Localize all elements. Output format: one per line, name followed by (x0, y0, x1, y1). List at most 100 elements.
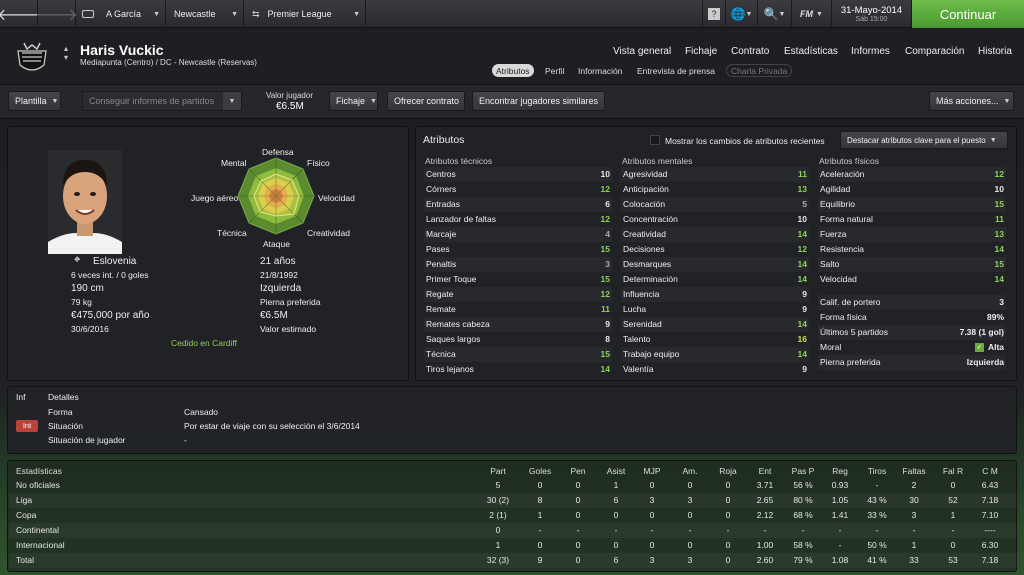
technical-attribute-row[interactable]: Remate 11 (424, 302, 612, 317)
date-button[interactable]: 31-Mayo-2014 Sáb 15:00 (832, 0, 912, 28)
technical-attribute-row[interactable]: Entradas 6 (424, 197, 612, 212)
mental-attribute-row[interactable]: Talento 16 (621, 332, 809, 347)
mental-attribute-row[interactable]: Anticipación 13 (621, 182, 809, 197)
tab-private-chat[interactable]: Charla Privada (726, 64, 793, 77)
breadcrumb-competition[interactable]: ⇆ Premier League ▼ (244, 0, 366, 28)
breadcrumb-club[interactable]: Newcastle ▼ (166, 0, 244, 28)
mental-attribute-row[interactable]: Influencia 9 (621, 287, 809, 302)
match-reports-dropdown[interactable]: Conseguir informes de partidos ▼ (82, 91, 242, 111)
search-button[interactable]: 🔍 ▼ (758, 0, 792, 28)
technical-attribute-value: 11 (601, 304, 610, 314)
physical-attribute-row[interactable]: Forma natural 11 (818, 212, 1006, 227)
technical-attribute-row[interactable]: Remates cabeza 9 (424, 317, 612, 332)
mental-attribute-row[interactable]: Serenidad 14 (621, 317, 809, 332)
tab-profile[interactable]: Perfil (541, 64, 568, 77)
physical-attribute-row[interactable]: Aceleración 12 (818, 167, 1006, 182)
back-button[interactable]: 🡐 (0, 0, 40, 28)
tab-attributes[interactable]: Atributos (492, 64, 534, 77)
current-time: Sáb 15:00 (855, 16, 888, 23)
extra-attribute-row[interactable]: Forma física 89% (818, 310, 1006, 325)
physical-attribute-row[interactable]: Salto 15 (818, 257, 1006, 272)
extra-attribute-name: Calif. de portero (820, 297, 881, 307)
technical-attribute-name: Pases (426, 244, 450, 254)
physical-attribute-value: 12 (994, 169, 1004, 179)
details-panel (7, 386, 1017, 454)
physical-attribute-name: Aceleración (820, 169, 865, 179)
forward-button[interactable]: 🡒 (35, 0, 78, 28)
age: 21 años (260, 256, 296, 267)
help-button[interactable]: ? (702, 0, 726, 28)
loan-status[interactable]: Cedido en Cardiff (171, 338, 237, 348)
technical-attribute-row[interactable]: Técnica 15 (424, 347, 612, 362)
mental-attribute-row[interactable]: Agresividad 11 (621, 167, 809, 182)
details-tab-inf[interactable]: Inf (16, 392, 25, 402)
fm-menu-button[interactable]: FM ▼ (792, 0, 832, 28)
nav-contract[interactable]: Contrato (731, 46, 769, 57)
extra-attribute-row[interactable]: Calif. de portero 3 (818, 295, 1006, 310)
technical-attribute-row[interactable]: Centros 10 (424, 167, 612, 182)
nav-history[interactable]: Historia (978, 46, 1012, 57)
mental-attribute-row[interactable]: Lucha 9 (621, 302, 809, 317)
technical-attribute-row[interactable]: Primer Toque 15 (424, 272, 612, 287)
breadcrumb-manager[interactable]: A García ▼ (76, 0, 166, 28)
technical-attribute-row[interactable]: Pases 15 (424, 242, 612, 257)
mental-attribute-row[interactable]: Valentía 9 (621, 362, 809, 377)
mental-attribute-row[interactable]: Desmarques 14 (621, 257, 809, 272)
technical-attribute-row[interactable]: Lanzador de faltas 12 (424, 212, 612, 227)
physical-attribute-row[interactable]: Velocidad 14 (818, 272, 1006, 287)
preferred-foot: Izquierda (260, 283, 302, 294)
offer-contract-button[interactable]: Ofrecer contrato (387, 91, 465, 111)
continue-button[interactable]: Continuar (912, 0, 1024, 28)
extra-attribute-row[interactable]: Moral Alta ✓ (818, 340, 1006, 355)
technical-attribute-value: 4 (605, 229, 610, 239)
extra-attribute-name: Forma física (820, 312, 867, 322)
extra-attribute-value: 89% (986, 312, 1004, 322)
extra-attribute-name: Pierna preferida (820, 357, 881, 367)
nav-reports[interactable]: Informes (851, 46, 890, 57)
help-icon: ? (708, 8, 720, 20)
mental-attribute-row[interactable]: Concentración 10 (621, 212, 809, 227)
technical-attribute-value: 12 (600, 214, 610, 224)
physical-attribute-row[interactable]: Resistencia 14 (818, 242, 1006, 257)
breadcrumb-competition-label: Premier League (267, 9, 332, 19)
nav-transfer[interactable]: Fichaje (685, 46, 717, 57)
technical-attribute-row[interactable]: Tiros lejanos 14 (424, 362, 612, 377)
extra-attribute-row[interactable]: Últimos 5 partidos 7.38 (1 gol) (818, 325, 1006, 340)
nav-overview[interactable]: Vista general (613, 46, 671, 57)
technical-attribute-row[interactable]: Marcaje 4 (424, 227, 612, 242)
mental-attribute-row[interactable]: Creatividad 14 (621, 227, 809, 242)
physical-attribute-row[interactable]: Equilibrio 15 (818, 197, 1006, 212)
stats-header-cell[interactable]: C M (965, 466, 1015, 476)
globe-button[interactable]: 🌐 ▼ (726, 0, 758, 28)
mental-attribute-value: 14 (797, 259, 807, 269)
mental-attribute-row[interactable]: Colocación 5 (621, 197, 809, 212)
more-actions-button[interactable]: Más acciones... ▼ (929, 91, 1014, 111)
technical-attribute-name: Técnica (426, 349, 456, 359)
nav-comparison[interactable]: Comparación (905, 46, 964, 57)
technical-attribute-row[interactable]: Córners 12 (424, 182, 612, 197)
technical-attribute-name: Marcaje (426, 229, 457, 239)
tab-press[interactable]: Entrevista de prensa (633, 64, 719, 77)
physical-attribute-row[interactable]: Fuerza 13 (818, 227, 1006, 242)
show-changes-checkbox[interactable] (650, 135, 660, 145)
highlight-attributes-dropdown[interactable]: Destacar atributos clave para el puesto ▼ (840, 131, 1008, 149)
physical-attribute-row[interactable]: Agilidad 10 (818, 182, 1006, 197)
player-switch-icon[interactable]: ▴ ▾ (64, 44, 68, 62)
technical-attribute-row[interactable]: Saques largos 8 (424, 332, 612, 347)
transfer-button[interactable]: Fichaje ▼ (329, 91, 378, 111)
find-similar-button[interactable]: Encontrar jugadores similares (472, 91, 605, 111)
extra-attribute-row[interactable]: Pierna preferida Izquierda (818, 355, 1006, 370)
technical-attribute-row[interactable]: Regate 12 (424, 287, 612, 302)
technical-attribute-row[interactable]: Penaltis 3 (424, 257, 612, 272)
mental-attribute-row[interactable]: Decisiones 12 (621, 242, 809, 257)
chevron-down-icon: ▼ (153, 10, 160, 18)
details-tab-details[interactable]: Detalles (48, 392, 79, 402)
chevron-down-icon: ▼ (353, 10, 360, 18)
squad-button[interactable]: Plantilla ▼ (8, 91, 61, 111)
mental-attribute-row[interactable]: Trabajo equipo 14 (621, 347, 809, 362)
mental-attribute-row[interactable]: Determinación 14 (621, 272, 809, 287)
extra-attribute-name: Moral (820, 342, 842, 352)
nav-stats[interactable]: Estadísticas (784, 46, 838, 57)
mental-attribute-value: 11 (798, 169, 807, 179)
tab-information[interactable]: Información (574, 64, 626, 77)
